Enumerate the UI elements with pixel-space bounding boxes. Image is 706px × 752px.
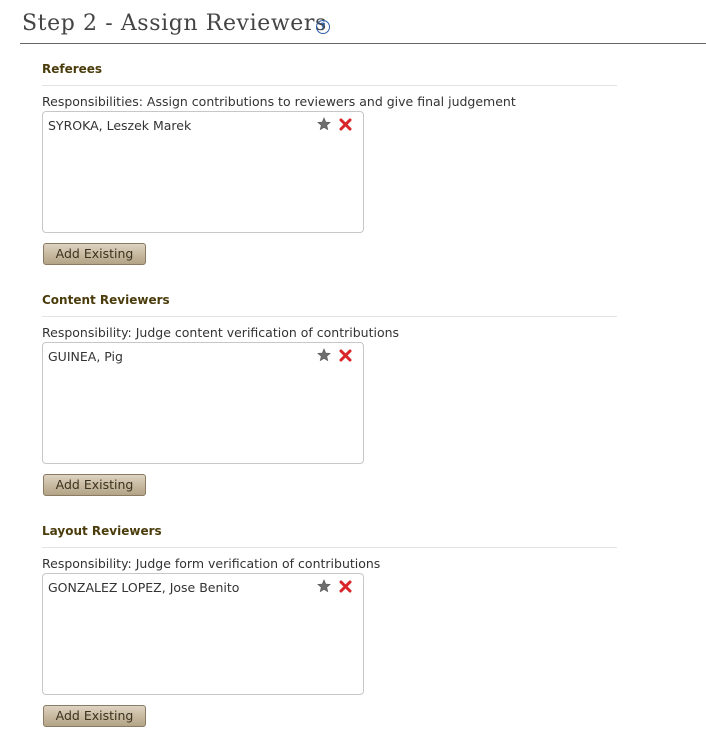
section-divider: [42, 85, 617, 86]
section-description-referees: Responsibilities: Assign contributions t…: [42, 94, 516, 109]
help-icon[interactable]: ?: [316, 20, 330, 34]
page-header: Step 2 - Assign Reviewers ?: [20, 0, 706, 44]
section-divider: [42, 316, 617, 317]
reviewer-name: SYROKA, Leszek Marek: [48, 118, 192, 133]
reviewer-name: GUINEA, Pig: [48, 349, 123, 364]
reviewer-item[interactable]: GUINEA, Pig: [43, 343, 363, 369]
layout-reviewers-list[interactable]: GONZALEZ LOPEZ, Jose Benito: [42, 573, 364, 695]
star-icon[interactable]: [317, 117, 331, 131]
section-description-content-reviewers: Responsibility: Judge content verificati…: [42, 325, 400, 340]
add-existing-content-reviewer-button[interactable]: Add Existing: [43, 474, 146, 496]
layout-reviewers-section: Layout Reviewers Responsibility: Judge f…: [42, 523, 617, 738]
content-reviewers-section: Content Reviewers Responsibility: Judge …: [42, 292, 617, 507]
reviewer-item[interactable]: SYROKA, Leszek Marek: [43, 112, 363, 138]
referees-list[interactable]: SYROKA, Leszek Marek: [42, 111, 364, 233]
content-reviewers-list[interactable]: GUINEA, Pig: [42, 342, 364, 464]
star-icon[interactable]: [317, 348, 331, 362]
reviewer-name: GONZALEZ LOPEZ, Jose Benito: [48, 580, 240, 595]
add-existing-referee-button[interactable]: Add Existing: [43, 243, 146, 265]
section-divider: [42, 547, 617, 548]
section-title-content-reviewers: Content Reviewers: [42, 293, 170, 307]
page-title: Step 2 - Assign Reviewers: [22, 11, 327, 36]
referees-section: Referees Responsibilities: Assign contri…: [42, 61, 617, 276]
star-icon[interactable]: [317, 579, 331, 593]
remove-icon[interactable]: [339, 349, 352, 362]
add-existing-layout-reviewer-button[interactable]: Add Existing: [43, 705, 146, 727]
section-title-layout-reviewers: Layout Reviewers: [42, 524, 162, 538]
remove-icon[interactable]: [339, 580, 352, 593]
section-description-layout-reviewers: Responsibility: Judge form verification …: [42, 556, 381, 571]
remove-icon[interactable]: [339, 118, 352, 131]
reviewer-item[interactable]: GONZALEZ LOPEZ, Jose Benito: [43, 574, 363, 600]
section-title-referees: Referees: [42, 62, 103, 76]
